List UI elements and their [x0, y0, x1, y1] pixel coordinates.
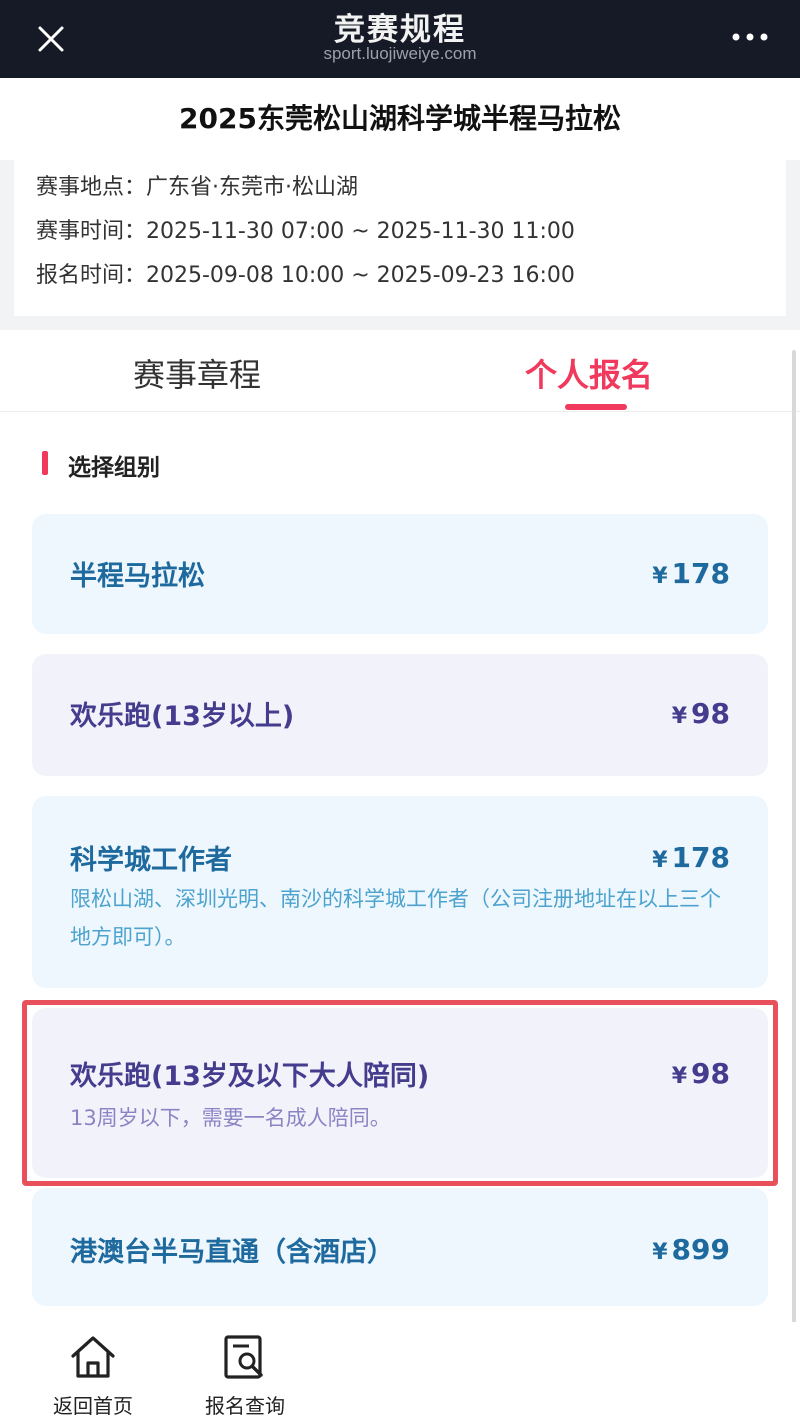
nav-home[interactable]: 返回首页	[38, 1334, 148, 1419]
home-icon	[71, 1336, 115, 1378]
category-price: ¥178	[652, 557, 730, 590]
event-time: 赛事时间：2025-11-30 07:00 ~ 2025-11-30 11:00	[36, 219, 575, 244]
currency-symbol: ¥	[652, 1240, 668, 1265]
currency-symbol: ¥	[671, 704, 688, 729]
page-title: 竞赛规程	[334, 12, 466, 48]
nav-query-label: 报名查询	[205, 1394, 285, 1418]
event-info: 赛事地点：广东省·东莞市·松山湖 赛事时间：2025-11-30 07:00 ~…	[14, 158, 786, 316]
registration-time: 报名时间：2025-09-08 10:00 ~ 2025-09-23 16:00	[36, 263, 575, 288]
page-url: sport.luojiweiye.com	[323, 44, 477, 63]
main-panel: 赛事章程 个人报名 选择组别 半程马拉松 ¥178 欢乐跑(13岁以上) ¥98…	[0, 330, 800, 1421]
active-tab-indicator	[565, 404, 627, 410]
category-card-science-city-worker[interactable]: 科学城工作者 ¥178 限松山湖、深圳光明、南沙的科学城工作者（公司注册地址在以…	[32, 796, 768, 988]
category-name: 港澳台半马直通（含酒店）	[70, 1237, 394, 1268]
price-value: 98	[691, 697, 730, 730]
tab-rules[interactable]: 赛事章程	[133, 350, 261, 396]
price-value: 178	[671, 557, 730, 590]
currency-symbol: ¥	[652, 848, 668, 873]
category-name: 半程马拉松	[70, 561, 205, 592]
price-value: 178	[671, 841, 730, 874]
more-icon[interactable]	[730, 28, 770, 46]
nav-registration-query[interactable]: 报名查询	[190, 1334, 300, 1419]
price-value: 899	[671, 1233, 730, 1266]
event-title: 2025东莞松山湖科学城半程马拉松	[0, 78, 800, 160]
category-card-half-marathon[interactable]: 半程马拉松 ¥178	[32, 514, 768, 634]
category-name: 科学城工作者	[70, 845, 232, 876]
category-card-hk-macau-taiwan[interactable]: 港澳台半马直通（含酒店） ¥899	[32, 1188, 768, 1306]
category-price: ¥98	[672, 697, 730, 730]
tab-registration[interactable]: 个人报名	[525, 350, 653, 396]
tab-bar: 赛事章程 个人报名	[0, 330, 800, 412]
category-price: ¥899	[652, 1233, 730, 1266]
category-card-fun-run-13plus[interactable]: 欢乐跑(13岁以上) ¥98	[32, 654, 768, 776]
section-title: 选择组别	[68, 455, 160, 481]
category-price: ¥178	[652, 841, 730, 874]
event-location: 赛事地点：广东省·东莞市·松山湖	[36, 175, 358, 200]
nav-home-label: 返回首页	[53, 1394, 133, 1418]
scrollbar[interactable]	[792, 350, 796, 1400]
currency-symbol: ¥	[652, 564, 668, 589]
top-bar: 竞赛规程 sport.luojiweiye.com	[0, 0, 800, 78]
category-description: 限松山湖、深圳光明、南沙的科学城工作者（公司注册地址在以上三个地方即可）。	[70, 887, 721, 949]
section-marker	[42, 451, 48, 475]
bottom-nav: 返回首页 报名查询	[0, 1322, 800, 1421]
category-name: 欢乐跑(13岁以上)	[70, 701, 295, 732]
search-document-icon	[224, 1335, 263, 1379]
highlight-box	[22, 1000, 778, 1186]
